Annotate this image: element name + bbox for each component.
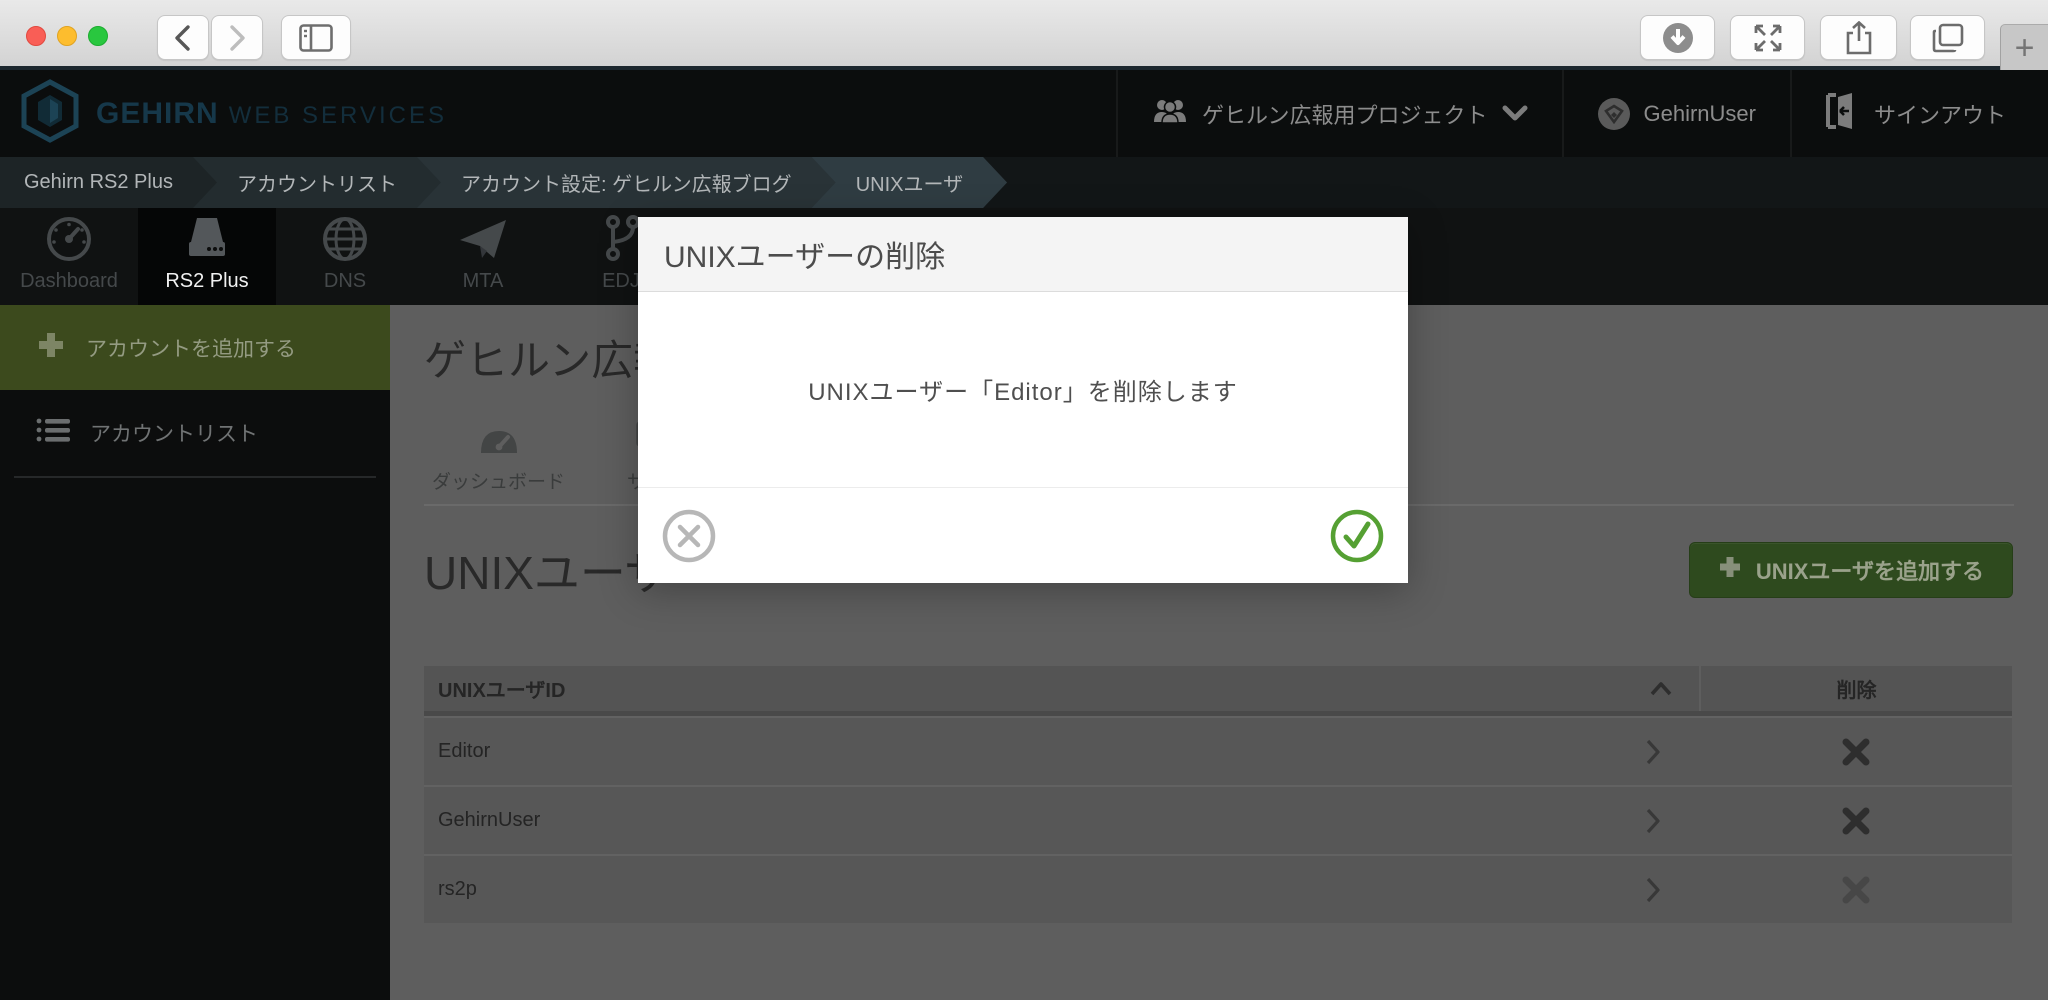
unix-user-id: Editor [438, 740, 490, 763]
column-header-unix-user-id[interactable]: UNIXユーザID [424, 666, 1699, 711]
fullscreen-icon [1752, 22, 1784, 54]
x-circle-icon [662, 509, 716, 563]
sidebar: アカウントを追加する アカウントリスト [0, 305, 390, 1000]
sidebar-toggle-button[interactable] [281, 15, 351, 60]
unix-user-id: rs2p [438, 878, 477, 901]
project-switcher[interactable]: ゲヒルン広報用プロジェクト [1116, 70, 1562, 157]
delete-x-icon-disabled [1842, 876, 1870, 904]
add-unix-user-label: UNIXユーザを追加する [1756, 554, 1984, 586]
table-row[interactable]: rs2p [424, 854, 2012, 923]
globe-icon [322, 216, 368, 262]
table-row[interactable]: GehirnUser [424, 785, 2012, 854]
unix-user-table: UNIXユーザID 削除 Editor GehirnUser [424, 666, 2012, 923]
column-header-delete: 削除 [1699, 666, 2012, 711]
tab-label: ダッシュボード [432, 467, 565, 494]
window-chrome: + [0, 0, 2048, 70]
nav-item-rs2plus[interactable]: RS2 Plus [138, 208, 276, 305]
check-circle-icon [1330, 509, 1384, 563]
fullscreen-button[interactable] [1730, 15, 1805, 60]
table-header-row: UNIXユーザID 削除 [424, 666, 2012, 716]
project-name: ゲヒルン広報用プロジェクト [1202, 98, 1488, 130]
minimize-window-button[interactable] [57, 26, 77, 46]
modal-title: UNIXユーザーの削除 [638, 217, 1408, 292]
user-menu[interactable]: GehirnUser [1562, 70, 1790, 157]
sidebar-item-label: アカウントリスト [90, 418, 258, 448]
git-branch-icon [601, 214, 641, 262]
downloads-button[interactable] [1640, 15, 1715, 60]
nav-label: Dashboard [20, 270, 118, 293]
paper-plane-icon [458, 218, 508, 262]
back-button[interactable] [157, 15, 209, 60]
plus-icon [1718, 555, 1742, 585]
breadcrumb-item-account-list[interactable]: アカウントリスト [191, 157, 441, 208]
delete-x-icon[interactable] [1842, 738, 1870, 766]
table-row[interactable]: Editor [424, 716, 2012, 785]
breadcrumb: Gehirn RS2 Plus アカウントリスト アカウント設定: ゲヒルン広報… [0, 157, 2048, 208]
close-window-button[interactable] [26, 26, 46, 46]
list-icon [36, 417, 70, 449]
share-icon [1845, 21, 1873, 55]
nav-item-dns[interactable]: DNS [276, 208, 414, 305]
section-title: UNIXユーザ [424, 537, 671, 603]
sidebar-item-add-account[interactable]: アカウントを追加する [0, 305, 390, 390]
chevron-right-icon[interactable] [1645, 807, 1661, 835]
plus-icon [36, 330, 66, 366]
sign-out-button[interactable]: サインアウト [1790, 70, 2048, 157]
nav-label: RS2 Plus [165, 270, 248, 293]
tab-overview-button[interactable] [1910, 15, 1985, 60]
nav-item-mta[interactable]: MTA [414, 208, 552, 305]
chevron-right-icon[interactable] [1645, 738, 1661, 766]
breadcrumb-item-account-settings[interactable]: アカウント設定: ゲヒルン広報ブログ [415, 157, 836, 208]
modal-message: UNIXユーザー「Editor」を削除します [638, 292, 1408, 487]
nav-label: MTA [463, 270, 504, 293]
gauge-icon [479, 427, 519, 459]
unix-user-id: GehirnUser [438, 809, 540, 832]
sign-out-label: サインアウト [1874, 98, 2006, 130]
download-icon [1661, 21, 1695, 55]
back-icon [170, 23, 196, 53]
sidebar-item-label: アカウントを追加する [86, 333, 296, 363]
breadcrumb-item-unix-user[interactable]: UNIXユーザ [810, 157, 1007, 208]
avatar [1598, 98, 1630, 130]
header-actions: ゲヒルン広報用プロジェクト GehirnUser サインアウト [1116, 70, 2048, 157]
sidebar-item-account-list[interactable]: アカウントリスト [0, 390, 390, 476]
delete-x-icon[interactable] [1842, 807, 1870, 835]
tab-dashboard[interactable]: ダッシュボード [424, 427, 573, 504]
gehirn-hexagon-icon [20, 79, 80, 148]
user-name: GehirnUser [1644, 101, 1756, 127]
gauge-icon [46, 216, 92, 262]
brand-logo[interactable]: GEHIRNWEB SERVICES [0, 79, 447, 148]
sidebar-toggle-icon [299, 24, 333, 52]
modal-footer [638, 487, 1408, 583]
breadcrumb-item-rs2plus[interactable]: Gehirn RS2 Plus [0, 157, 217, 208]
sidebar-divider [14, 476, 376, 478]
share-button[interactable] [1820, 15, 1897, 60]
add-unix-user-button[interactable]: UNIXユーザを追加する [1689, 542, 2013, 598]
forward-icon [224, 23, 250, 53]
nav-item-dashboard[interactable]: Dashboard [0, 208, 138, 305]
delete-unix-user-modal: UNIXユーザーの削除 UNIXユーザー「Editor」を削除します [638, 217, 1408, 583]
sort-asc-icon[interactable] [1649, 681, 1673, 696]
chevron-right-icon[interactable] [1645, 876, 1661, 904]
nav-label: DNS [324, 270, 366, 293]
users-group-icon [1152, 98, 1188, 130]
server-icon [183, 216, 231, 262]
traffic-lights [26, 26, 108, 46]
forward-button[interactable] [211, 15, 263, 60]
chevron-down-icon [1502, 101, 1528, 127]
app-header: GEHIRNWEB SERVICES ゲヒルン広報用プロジェクト GehirnU… [0, 70, 2048, 157]
cancel-button[interactable] [662, 509, 716, 563]
confirm-button[interactable] [1330, 509, 1384, 563]
tabs-overview-icon [1932, 23, 1964, 53]
brand-name: GEHIRNWEB SERVICES [96, 97, 447, 131]
new-tab-button[interactable]: + [2000, 24, 2048, 70]
sign-out-icon [1826, 93, 1860, 135]
nav-label: EDJ [602, 270, 640, 293]
zoom-window-button[interactable] [88, 26, 108, 46]
